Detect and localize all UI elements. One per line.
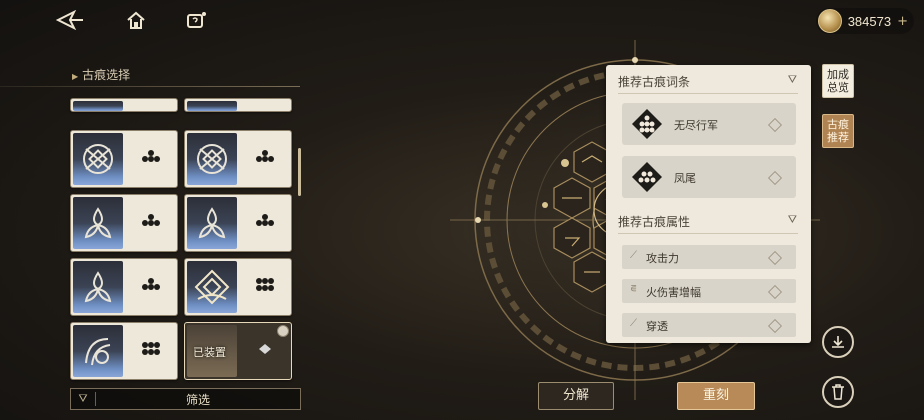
filter-bar[interactable]: ⛛ 筛选 — [70, 388, 301, 410]
attribute-label: 攻击力 — [646, 252, 679, 265]
crest-glyph-icon — [187, 261, 237, 313]
triangle-marker-icon: ▶ — [72, 72, 79, 81]
hint-icon[interactable] — [182, 10, 210, 34]
trash-icon[interactable] — [822, 376, 854, 408]
section-divider — [618, 233, 798, 234]
relic-card[interactable] — [70, 258, 178, 316]
recommended-attribute[interactable]: ⟋ 攻击力 — [622, 245, 796, 269]
diamond-icon — [767, 284, 783, 300]
hex-dots-icon — [632, 162, 662, 192]
relic-card[interactable] — [70, 98, 178, 112]
sword-icon: ⟋ — [630, 250, 637, 261]
attribute-label: 穿透 — [646, 320, 668, 333]
fire-damage-icon: ⋷ — [630, 284, 638, 295]
add-currency-button[interactable]: + — [897, 14, 908, 29]
filter-icon: ⛛ — [71, 392, 96, 406]
filter-icon[interactable]: ⛛ — [788, 73, 797, 87]
recommended-attributes-title: 推荐古痕属性 — [618, 215, 691, 229]
dot-pattern-icon — [139, 213, 163, 233]
list-scrollbar[interactable] — [298, 148, 301, 196]
section-divider — [618, 93, 798, 94]
home-icon[interactable] — [122, 10, 150, 34]
relic-card[interactable] — [70, 130, 178, 188]
entry-label: 无尽行军 — [674, 119, 718, 132]
panel-divider — [0, 86, 300, 87]
dot-pattern-icon — [253, 341, 277, 361]
dot-pattern-icon — [139, 341, 163, 361]
dot-pattern-icon — [139, 149, 163, 169]
relic-card[interactable] — [184, 130, 292, 188]
recommended-entry[interactable]: 无尽行军 — [622, 103, 796, 145]
filter-label: 筛选 — [185, 392, 210, 407]
tab-relic-recommend[interactable]: 古痕推荐 — [822, 114, 854, 148]
knot-glyph-icon — [73, 133, 123, 185]
panel-title: ▶ 古痕选择 — [72, 66, 130, 83]
knot-glyph-icon — [187, 133, 237, 185]
recommended-entries-title: 推荐古痕词条 — [618, 75, 691, 89]
badge-icon — [277, 325, 289, 337]
recommendation-panel: 推荐古痕词条 ⛛ 无尽行军 凤尾 推荐古痕属性 ⛛ ⟋ 攻击力 ⋷ 火伤害增幅 … — [606, 65, 811, 343]
diamond-icon — [767, 250, 783, 266]
relic-card[interactable] — [184, 258, 292, 316]
filter-icon[interactable]: ⛛ — [788, 213, 797, 227]
recast-button[interactable]: 重刻 — [677, 382, 755, 410]
diamond-icon — [767, 170, 783, 186]
tripetal-glyph-icon — [73, 197, 123, 249]
relic-card[interactable] — [70, 322, 178, 380]
recommended-entry[interactable]: 凤尾 — [622, 156, 796, 198]
currency-display: 384573 + — [815, 8, 914, 34]
dot-pattern-icon — [253, 149, 277, 169]
penetration-icon: ⟋ — [630, 318, 637, 329]
back-arrow-icon[interactable] — [55, 9, 84, 34]
entry-label: 凤尾 — [674, 172, 696, 185]
relic-card[interactable] — [184, 98, 292, 112]
diamond-icon — [767, 117, 783, 133]
tripetal-glyph-icon — [73, 261, 123, 313]
panel-title-text: 古痕选择 — [82, 68, 131, 82]
hex-dots-icon — [632, 109, 662, 139]
relic-card[interactable]: 已装置 — [184, 322, 292, 380]
coin-icon — [817, 9, 842, 33]
currency-amount: 384573 — [847, 13, 892, 29]
tripetal-glyph-icon — [187, 197, 237, 249]
relic-card[interactable] — [70, 194, 178, 252]
recommended-attribute[interactable]: ⟋ 穿透 — [622, 313, 796, 337]
diamond-icon — [767, 318, 783, 334]
attribute-label: 火伤害增幅 — [646, 286, 701, 299]
decompose-button[interactable]: 分解 — [538, 382, 614, 410]
swirl-glyph-icon — [73, 325, 123, 377]
dot-pattern-icon — [139, 277, 163, 297]
recommended-attribute[interactable]: ⋷ 火伤害增幅 — [622, 279, 796, 303]
save-download-icon[interactable] — [822, 326, 854, 358]
tab-bonus-overview[interactable]: 加成总览 — [822, 64, 854, 98]
dot-pattern-icon — [253, 213, 277, 233]
equipped-label: 已装置 — [193, 346, 226, 359]
relic-card[interactable] — [184, 194, 292, 252]
dot-pattern-icon — [253, 277, 277, 297]
